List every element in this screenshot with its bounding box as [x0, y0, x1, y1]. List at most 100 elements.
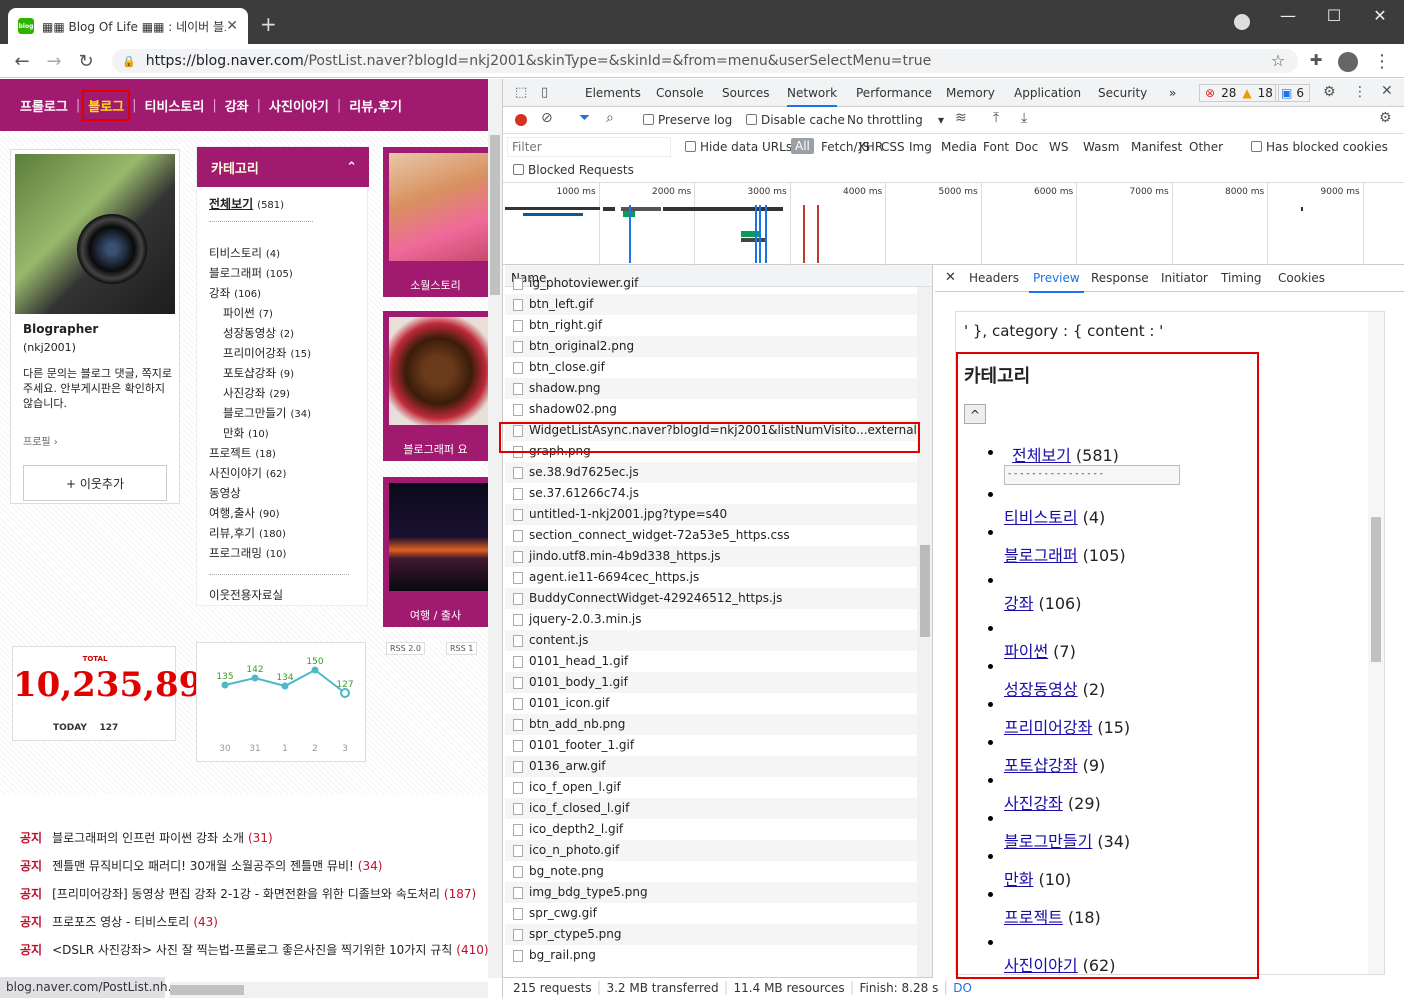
- request-row[interactable]: bg_rail.png: [505, 945, 917, 966]
- has-blocked-cookies-checkbox[interactable]: Has blocked cookies: [1251, 140, 1388, 154]
- thumb-post-3[interactable]: 여행 / 출사: [383, 477, 488, 627]
- request-row[interactable]: ico_n_photo.gif: [505, 840, 917, 861]
- address-bar[interactable]: 🔒 https://blog.naver.com /PostList.naver…: [112, 49, 1298, 73]
- network-settings-icon[interactable]: ⚙: [1379, 110, 1392, 126]
- tab-network[interactable]: Network: [787, 86, 838, 107]
- menu-tvstory[interactable]: 티비스토리: [145, 96, 205, 115]
- request-row[interactable]: bg_note.png: [505, 861, 917, 882]
- profile-link[interactable]: 프로필 ›: [23, 433, 58, 448]
- thumb-post-1[interactable]: 소월스토리: [383, 147, 488, 297]
- close-detail-icon[interactable]: ✕: [945, 270, 956, 285]
- menu-icon[interactable]: ⋮: [1370, 51, 1394, 72]
- category-item[interactable]: 성장동영상 (2): [223, 325, 294, 341]
- request-row[interactable]: BuddyConnectWidget-429246512_https.js: [505, 588, 917, 609]
- request-row[interactable]: btn_close.gif: [505, 357, 917, 378]
- messages-counter[interactable]: ▣ 6: [1275, 84, 1310, 102]
- category-item[interactable]: 강좌 (106): [209, 285, 261, 301]
- category-item[interactable]: 프리미어강좌 (15): [223, 345, 311, 361]
- more-tabs-icon[interactable]: »: [1169, 86, 1176, 100]
- blog-hscrollbar[interactable]: [170, 982, 488, 998]
- category-item[interactable]: 프로젝트 (18): [209, 445, 276, 461]
- profile-avatar[interactable]: [1338, 52, 1358, 72]
- throttling-select[interactable]: No throttling ▾: [847, 113, 944, 127]
- category-item[interactable]: 티비스토리 (4): [209, 245, 280, 261]
- blog-scrollbar[interactable]: [488, 79, 502, 978]
- notice-item[interactable]: 공지 <DSLR 사진강좌> 사진 잘 찍는법-프롤로그 좋은사진을 찍기위한 1…: [20, 941, 488, 958]
- forward-icon[interactable]: →: [42, 51, 66, 72]
- request-row[interactable]: untitled-1-nkj2001.jpg?type=s40: [505, 504, 917, 525]
- tab-response[interactable]: Response: [1091, 271, 1149, 285]
- extensions-icon[interactable]: ✚: [1304, 51, 1328, 69]
- tab-application[interactable]: Application: [1014, 86, 1081, 100]
- request-list-scrollbar[interactable]: [917, 287, 932, 977]
- category-item[interactable]: 포토샵강좌 (9): [223, 365, 294, 381]
- menu-photo-story[interactable]: 사진이야기: [269, 96, 329, 115]
- filter-icon[interactable]: ⏷: [579, 110, 590, 126]
- category-item[interactable]: 여행,출사 (90): [209, 505, 280, 521]
- tab-sources[interactable]: Sources: [722, 86, 769, 100]
- category-item[interactable]: 동영상: [209, 485, 245, 501]
- category-item[interactable]: 프로그래밍 (10): [209, 545, 286, 561]
- request-row[interactable]: se.37.61266c74.js: [505, 483, 917, 504]
- tab-search-icon[interactable]: [1234, 14, 1250, 30]
- notice-item[interactable]: 공지 프로포즈 영상 - 티비스토리 (43): [20, 913, 218, 930]
- request-row[interactable]: btn_left.gif: [505, 294, 917, 315]
- device-toolbar-icon[interactable]: ▯: [541, 85, 548, 100]
- request-row[interactable]: btn_original2.png: [505, 336, 917, 357]
- network-conditions-icon[interactable]: ≋: [955, 110, 967, 126]
- back-icon[interactable]: ←: [10, 51, 34, 72]
- rss1-link[interactable]: RSS 1: [446, 642, 478, 655]
- notice-item[interactable]: 공지 젠틀맨 뮤직비디오 패러디! 30개월 소월공주의 젠틀맨 뮤비! (34): [20, 857, 382, 874]
- add-neighbor-button[interactable]: + 이웃추가: [23, 465, 167, 501]
- tab-security[interactable]: Security: [1098, 86, 1147, 100]
- tab-performance[interactable]: Performance: [856, 86, 932, 100]
- category-item[interactable]: 블로그만들기 (34): [223, 405, 311, 421]
- request-row[interactable]: section_connect_widget-72a53e5_https.css: [505, 525, 917, 546]
- request-row[interactable]: spr_ctype5.png: [505, 924, 917, 945]
- request-row[interactable]: ico_f_closed_l.gif: [505, 798, 917, 819]
- category-item[interactable]: 파이썬 (7): [223, 305, 273, 321]
- request-row[interactable]: content.js: [505, 630, 917, 651]
- hide-data-urls-checkbox[interactable]: Hide data URLs: [685, 140, 792, 154]
- request-row[interactable]: agent.ie11-6694cec_https.js: [505, 567, 917, 588]
- notice-item[interactable]: 공지 [프리미어강좌] 동영상 편집 강좌 2-1강 - 화면전환을 위한 디졸브…: [20, 885, 476, 902]
- request-row[interactable]: 0101_icon.gif: [505, 693, 917, 714]
- preserve-log-checkbox[interactable]: Preserve log: [643, 113, 732, 127]
- menu-blog[interactable]: 블로그: [82, 89, 131, 121]
- category-header[interactable]: 카테고리 ⌃: [197, 147, 369, 187]
- request-row[interactable]: btn_add_nb.png: [505, 714, 917, 735]
- request-row[interactable]: 0101_body_1.gif: [505, 672, 917, 693]
- category-item[interactable]: 이웃전용자료실: [209, 587, 287, 603]
- tab-timing[interactable]: Timing: [1221, 271, 1262, 285]
- close-window-button[interactable]: ✕: [1360, 6, 1400, 25]
- inspect-element-icon[interactable]: ⬚: [515, 85, 527, 100]
- filter-type-wasm[interactable]: Wasm: [1083, 140, 1119, 154]
- devtools-menu-icon[interactable]: ⋮: [1353, 84, 1367, 100]
- preview-scrollbar[interactable]: [1368, 312, 1384, 974]
- issues-counter[interactable]: ⊗ 28 ▲ 18: [1199, 84, 1279, 102]
- search-icon[interactable]: ⌕: [606, 110, 614, 126]
- filter-type-media[interactable]: Media: [941, 140, 977, 154]
- category-item[interactable]: 사진강좌 (29): [223, 385, 290, 401]
- request-row[interactable]: 0136_arw.gif: [505, 756, 917, 777]
- filter-type-css[interactable]: CSS: [881, 140, 905, 154]
- close-devtools-icon[interactable]: ✕: [1381, 83, 1393, 99]
- collapse-icon[interactable]: ⌃: [346, 160, 357, 175]
- filter-type-img[interactable]: Img: [909, 140, 932, 154]
- category-item[interactable]: 리뷰,후기 (180): [209, 525, 286, 541]
- close-tab-icon[interactable]: ✕: [226, 18, 238, 34]
- category-item[interactable]: 블로그래퍼 (105): [209, 265, 293, 281]
- tab-cookies[interactable]: Cookies: [1278, 271, 1325, 285]
- request-row[interactable]: se.38.9d7625ec.js: [505, 462, 917, 483]
- menu-review[interactable]: 리뷰,후기: [349, 96, 402, 115]
- filter-type-font[interactable]: Font: [983, 140, 1009, 154]
- filter-type-js[interactable]: JS: [859, 140, 870, 154]
- import-har-icon[interactable]: ⤒: [993, 110, 999, 126]
- request-row[interactable]: 0101_footer_1.gif: [505, 735, 917, 756]
- settings-gear-icon[interactable]: ⚙: [1323, 84, 1336, 100]
- tab-console[interactable]: Console: [656, 86, 704, 100]
- export-har-icon[interactable]: ⤓: [1021, 110, 1027, 126]
- filter-type-all[interactable]: All: [791, 138, 814, 154]
- notice-item[interactable]: 공지 블로그래퍼의 인프런 파이썬 강좌 소개 (31): [20, 829, 273, 846]
- disable-cache-checkbox[interactable]: Disable cache: [746, 113, 845, 127]
